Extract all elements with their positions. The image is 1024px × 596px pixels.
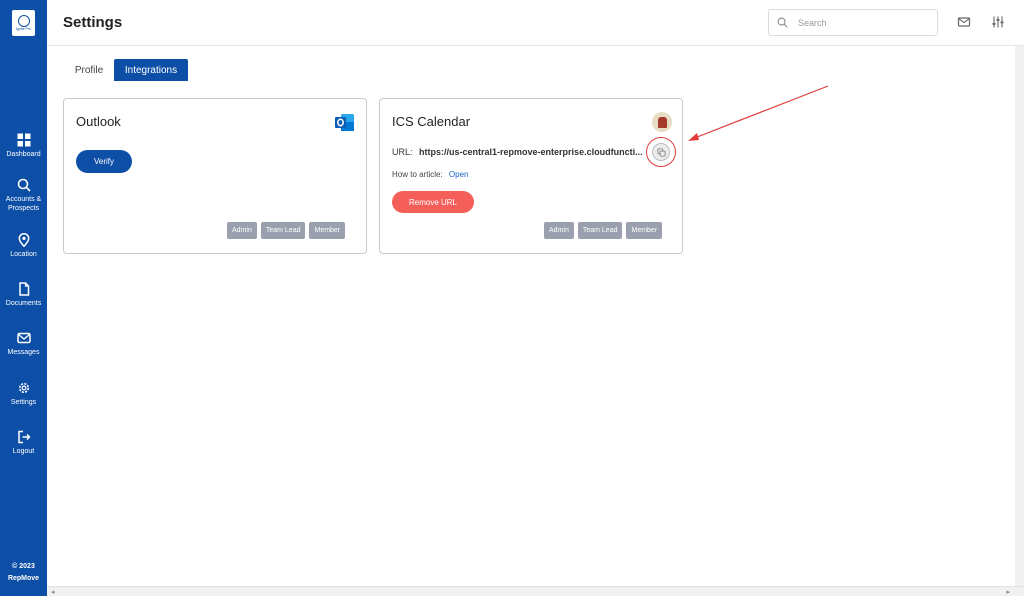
logo[interactable]: Ignite Pro [12, 10, 35, 36]
tab-profile[interactable]: Profile [68, 59, 110, 81]
copy-url-button[interactable] [652, 143, 670, 161]
sidebar-item-label: Dashboard [6, 151, 41, 158]
page-title: Settings [63, 14, 123, 31]
verify-button[interactable]: Verify [76, 150, 132, 173]
mail-icon [16, 332, 31, 344]
dashboard-icon [17, 133, 30, 147]
sidebar-item-messages[interactable]: Messages [0, 331, 47, 357]
search-icon [777, 17, 788, 28]
role-badge-admin: Admin [227, 222, 257, 239]
location-pin-icon [18, 233, 29, 247]
sidebar: Ignite Pro Dashboard Accounts & Prospect… [0, 0, 47, 596]
role-badges: Admin Team Lead Member [227, 222, 346, 239]
logout-icon [17, 430, 31, 444]
search-input[interactable] [798, 17, 928, 28]
sidebar-item-label: Messages [7, 349, 40, 356]
scroll-right-icon[interactable]: ▸ [1006, 588, 1010, 596]
sidebar-item-label: Logout [12, 448, 35, 455]
howto-open-link[interactable]: Open [449, 170, 469, 179]
sidebar-item-label: Location [10, 251, 37, 258]
search-box[interactable] [768, 9, 938, 36]
sidebar-item-settings[interactable]: Settings [0, 381, 47, 407]
sidebar-item-label: Settings [10, 399, 37, 406]
outlook-icon [335, 114, 354, 131]
ics-calendar-card: ICS Calendar URL: https://us-central1-re… [379, 98, 683, 254]
mail-icon[interactable] [957, 15, 971, 29]
document-icon [18, 282, 29, 296]
copyright-brand: RepMove [7, 575, 40, 582]
role-badge-team-lead: Team Lead [260, 222, 306, 239]
sidebar-item-dashboard[interactable]: Dashboard [0, 133, 47, 159]
url-row: URL: https://us-central1-repmove-enterpr… [392, 147, 643, 157]
sidebar-item-label: Documents [5, 300, 42, 307]
sidebar-item-accounts[interactable]: Accounts & Prospects [0, 178, 47, 213]
remove-url-button[interactable]: Remove URL [392, 191, 474, 213]
url-label: URL: [392, 147, 413, 157]
sidebar-item-logout[interactable]: Logout [0, 430, 47, 456]
role-badge-team-lead: Team Lead [577, 222, 623, 239]
card-title: ICS Calendar [392, 114, 471, 129]
role-badges: Admin Team Lead Member [544, 222, 663, 239]
scroll-left-icon[interactable]: ◂ [51, 588, 55, 596]
sidebar-item-documents[interactable]: Documents [0, 282, 47, 308]
horizontal-scrollbar[interactable]: ◂ ▸ [47, 586, 1024, 596]
copy-icon [656, 147, 666, 157]
copyright-year: © 2023 [12, 563, 35, 570]
search-icon [17, 178, 31, 192]
sidebar-item-label: Accounts & Prospects [5, 196, 42, 212]
howto-row: How to article: Open [392, 170, 469, 179]
tab-integrations[interactable]: Integrations [114, 59, 188, 81]
logo-text: Ignite Pro [16, 26, 31, 31]
outlook-card: Outlook Verify Admin Team Lead Member [63, 98, 367, 254]
card-title: Outlook [76, 114, 121, 129]
app-root: Ignite Pro Dashboard Accounts & Prospect… [0, 0, 1024, 596]
url-value: https://us-central1-repmove-enterprise.c… [419, 147, 643, 157]
howto-label: How to article: [392, 170, 443, 179]
copyright: © 2023 RepMove [0, 561, 47, 585]
gear-icon [18, 382, 29, 394]
filter-sliders-icon[interactable] [991, 15, 1005, 29]
role-badge-admin: Admin [544, 222, 574, 239]
annotation-arrow [688, 85, 829, 141]
calendar-avatar-icon [652, 112, 672, 132]
role-badge-member: Member [309, 222, 346, 239]
logo-mark-icon [17, 14, 30, 27]
top-bar: Settings [47, 0, 1024, 46]
vertical-scrollbar[interactable] [1015, 46, 1024, 586]
sidebar-item-location[interactable]: Location [0, 233, 47, 259]
role-badge-member: Member [626, 222, 663, 239]
